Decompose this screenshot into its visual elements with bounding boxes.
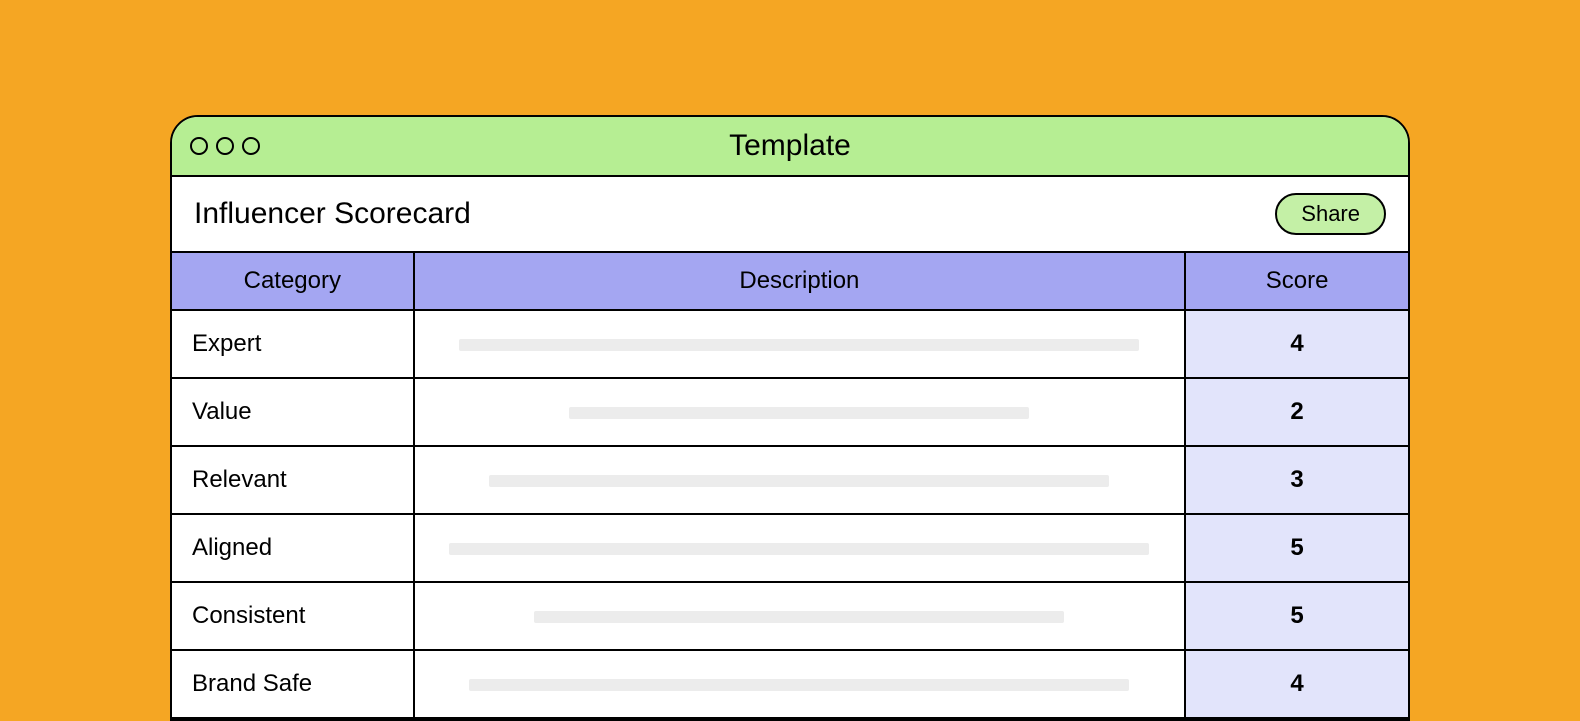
toolbar: Influencer Scorecard Share <box>172 177 1408 253</box>
cell-score: 3 <box>1185 446 1408 514</box>
titlebar: Template <box>172 117 1408 177</box>
window-controls <box>190 137 260 155</box>
header-description: Description <box>414 253 1186 310</box>
table-header-row: Category Description Score <box>172 253 1408 310</box>
window-dot-icon <box>190 137 208 155</box>
cell-description <box>414 378 1186 446</box>
header-score: Score <box>1185 253 1408 310</box>
cell-score: 4 <box>1185 310 1408 378</box>
cell-category: Consistent <box>172 582 414 650</box>
cell-description <box>414 650 1186 718</box>
description-placeholder <box>489 475 1109 487</box>
cell-category: Value <box>172 378 414 446</box>
table-row: Aligned 5 <box>172 514 1408 582</box>
cell-description <box>414 446 1186 514</box>
table-row: Consistent 5 <box>172 582 1408 650</box>
description-placeholder <box>459 339 1139 351</box>
table-row: Value 2 <box>172 378 1408 446</box>
cell-score: 5 <box>1185 514 1408 582</box>
table-row: Brand Safe 4 <box>172 650 1408 718</box>
window-dot-icon <box>216 137 234 155</box>
cell-category: Brand Safe <box>172 650 414 718</box>
cell-score: 5 <box>1185 582 1408 650</box>
cell-category: Aligned <box>172 514 414 582</box>
description-placeholder <box>449 543 1149 555</box>
window-dot-icon <box>242 137 260 155</box>
table-row: Expert 4 <box>172 310 1408 378</box>
cell-description <box>414 582 1186 650</box>
share-button[interactable]: Share <box>1275 193 1386 235</box>
window-title: Template <box>172 129 1408 163</box>
page-title: Influencer Scorecard <box>194 197 471 231</box>
description-placeholder <box>569 407 1029 419</box>
description-placeholder <box>469 679 1129 691</box>
scorecard-table: Category Description Score Expert 4 Value 2… <box>172 253 1408 719</box>
header-category: Category <box>172 253 414 310</box>
cell-score: 2 <box>1185 378 1408 446</box>
window: Template Influencer Scorecard Share Cate… <box>170 115 1410 721</box>
description-placeholder <box>534 611 1064 623</box>
cell-category: Expert <box>172 310 414 378</box>
cell-score: 4 <box>1185 650 1408 718</box>
table-row: Relevant 3 <box>172 446 1408 514</box>
cell-description <box>414 310 1186 378</box>
cell-category: Relevant <box>172 446 414 514</box>
cell-description <box>414 514 1186 582</box>
